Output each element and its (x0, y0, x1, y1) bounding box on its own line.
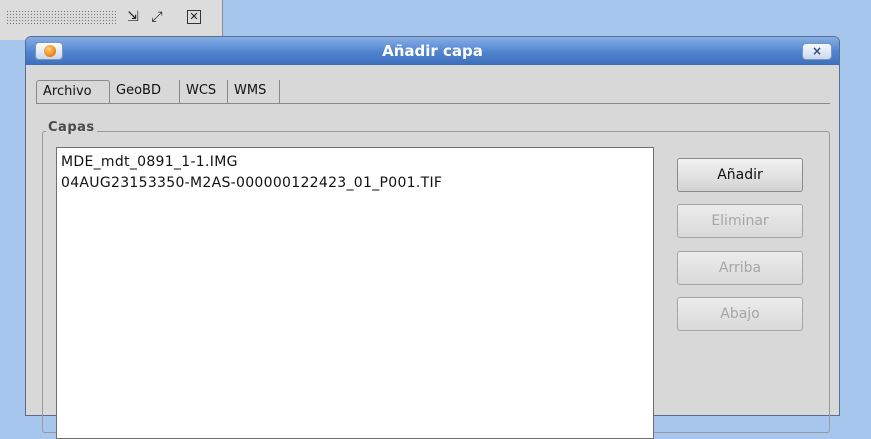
tab-divider (36, 103, 830, 104)
layers-group-title: Capas (46, 120, 97, 135)
tab-wcs[interactable]: WCS (180, 80, 228, 104)
add-button[interactable]: Añadir (677, 158, 803, 192)
maximize-icon[interactable]: ⤢ (149, 9, 165, 25)
add-layer-dialog: Añadir capa × Archivo GeoBD WCS WMS Capa… (25, 36, 840, 439)
tab-wms[interactable]: WMS (228, 80, 280, 104)
tab-archivo[interactable]: Archivo (36, 80, 110, 104)
dialog-titlebar[interactable]: Añadir capa × (26, 37, 839, 65)
move-down-button[interactable]: Abajo (677, 297, 803, 331)
dialog-title: Añadir capa (382, 42, 483, 60)
layer-list[interactable]: MDE_mdt_0891_1-1.IMG 04AUG23153350-M2AS-… (56, 147, 654, 439)
remove-button[interactable]: Eliminar (677, 204, 803, 238)
close-window-icon[interactable]: ✕ (187, 10, 201, 24)
close-button[interactable]: × (802, 43, 832, 60)
restore-icon[interactable]: ⇲ (125, 9, 141, 25)
list-item[interactable]: MDE_mdt_0891_1-1.IMG (61, 154, 238, 170)
window-grip-pattern (6, 10, 116, 24)
tab-geobd[interactable]: GeoBD (110, 80, 180, 104)
list-item[interactable]: 04AUG23153350-M2AS-000000122423_01_P001.… (61, 175, 442, 191)
move-up-button[interactable]: Arriba (677, 251, 803, 285)
background-window: ⇲ ⤢ ✕ (0, 0, 223, 40)
